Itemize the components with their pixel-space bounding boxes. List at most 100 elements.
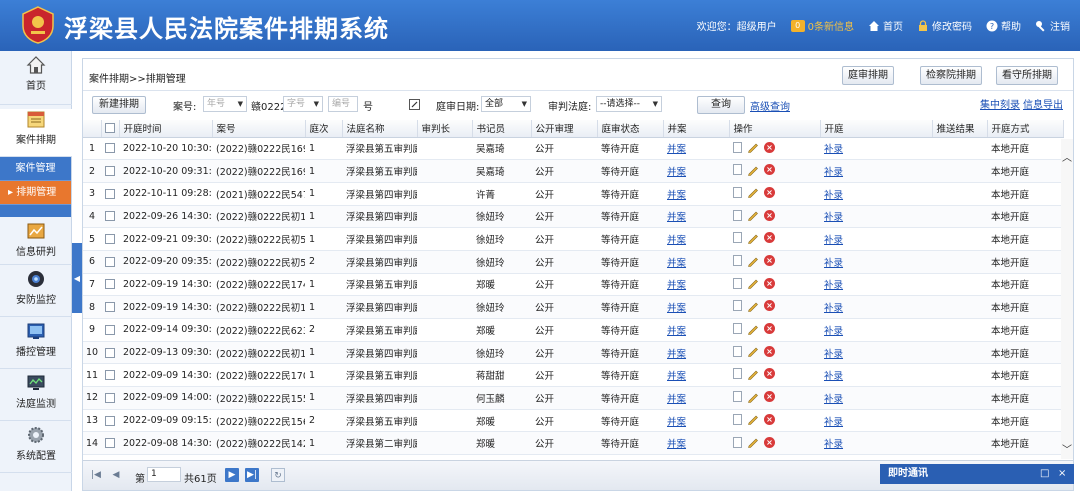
delete-icon[interactable]: × xyxy=(764,186,775,198)
word-select[interactable]: 字号 ▼ xyxy=(283,96,323,112)
merge-case-link[interactable]: 并案 xyxy=(667,144,686,155)
edit-pencil-icon[interactable] xyxy=(747,391,759,403)
edit-pencil-icon[interactable] xyxy=(747,277,759,290)
table-row[interactable]: 13 2022-09-09 09:15:44(2022)赣0222民1569号2浮… xyxy=(83,409,1063,433)
col-header[interactable]: 审判长 xyxy=(417,120,473,138)
table-row[interactable]: 14 2022-09-08 14:30:37(2022)赣0222民1423号1浮… xyxy=(83,431,1063,456)
supplement-record-link[interactable]: 补录 xyxy=(824,190,843,201)
sidebar-item-court-monitor[interactable]: 法庭监测 xyxy=(0,373,72,421)
home-link[interactable]: 首页 xyxy=(868,18,903,33)
change-password-link[interactable]: 修改密码 xyxy=(917,18,972,33)
supplement-record-link[interactable]: 补录 xyxy=(824,144,843,155)
view-document-icon[interactable] xyxy=(733,436,742,448)
new-schedule-button[interactable]: 新建排期 xyxy=(92,96,146,114)
edit-pencil-icon[interactable] xyxy=(747,323,759,335)
tab-procuratorate-schedule[interactable]: 检察院排期 xyxy=(920,66,982,85)
page-number-input[interactable]: 1 xyxy=(147,467,181,482)
edit-pencil-icon[interactable] xyxy=(747,255,759,267)
edit-pencil-icon[interactable] xyxy=(747,232,759,244)
last-page-icon[interactable]: ▶| xyxy=(245,468,259,482)
merge-case-link[interactable]: 并案 xyxy=(667,258,686,269)
table-row[interactable]: 11 2022-09-09 14:30:00(2022)赣0222民1703号1浮… xyxy=(83,363,1063,388)
chevron-down-icon[interactable]: ﹀ xyxy=(1061,441,1073,456)
table-scrollbar[interactable]: ︿ ﹀ xyxy=(1061,139,1073,459)
chevron-up-icon[interactable]: ︿ xyxy=(1061,149,1073,164)
supplement-record-link[interactable]: 补录 xyxy=(824,349,843,360)
merge-case-link[interactable]: 并案 xyxy=(667,371,686,382)
delete-icon[interactable]: × xyxy=(764,391,775,403)
col-header[interactable]: 庭次 xyxy=(305,120,343,138)
view-document-icon[interactable] xyxy=(733,164,742,176)
view-document-icon[interactable] xyxy=(733,300,742,312)
supplement-record-link[interactable]: 补录 xyxy=(824,394,843,405)
row-checkbox[interactable] xyxy=(105,438,115,449)
col-header[interactable]: 并案 xyxy=(663,120,730,138)
logout-link[interactable]: 注销 xyxy=(1035,18,1070,33)
merge-case-link[interactable]: 并案 xyxy=(667,303,686,314)
edit-pencil-icon[interactable] xyxy=(747,368,759,380)
col-header[interactable]: 开庭 xyxy=(820,120,933,138)
edit-pencil-icon[interactable] xyxy=(747,186,759,199)
sidebar-item-home[interactable]: 首页 xyxy=(0,55,72,105)
sidebar-sub-case-management[interactable]: 案件管理 xyxy=(0,157,71,181)
edit-icon[interactable] xyxy=(409,99,420,110)
table-row[interactable]: 12 2022-09-09 14:00:00(2022)赣0222民1551号1浮… xyxy=(83,386,1063,410)
col-header[interactable]: 推送结果 xyxy=(932,120,988,138)
advanced-search-link[interactable]: 高级查询 xyxy=(750,98,790,113)
table-row[interactable]: 9 2022-09-14 09:30:00(2022)赣0222民623号2浮梁县… xyxy=(83,318,1063,342)
sidebar-item-system-config[interactable]: 系统配置 xyxy=(0,425,72,473)
row-checkbox[interactable] xyxy=(105,370,115,381)
merge-case-link[interactable]: 并案 xyxy=(667,394,686,405)
supplement-record-link[interactable]: 补录 xyxy=(824,280,843,291)
supplement-record-link[interactable]: 补录 xyxy=(824,258,843,269)
edit-pencil-icon[interactable] xyxy=(747,436,759,448)
col-header[interactable]: 书记员 xyxy=(472,120,532,138)
view-document-icon[interactable] xyxy=(733,232,742,244)
edit-pencil-icon[interactable] xyxy=(747,209,759,221)
tab-detention-schedule[interactable]: 看守所排期 xyxy=(996,66,1058,85)
select-all-checkbox[interactable] xyxy=(101,120,120,138)
col-header[interactable]: 案号 xyxy=(212,120,306,138)
table-row[interactable]: 6 2022-09-20 09:35:35(2022)赣0222民初5938号2浮… xyxy=(83,250,1063,274)
date-select[interactable]: 全部 ▼ xyxy=(481,96,531,112)
sidebar-item-broadcast-control[interactable]: 播控管理 xyxy=(0,321,72,369)
supplement-record-link[interactable]: 补录 xyxy=(824,371,843,382)
delete-icon[interactable]: × xyxy=(764,277,775,289)
row-checkbox[interactable] xyxy=(105,211,115,222)
merge-case-link[interactable]: 并案 xyxy=(667,280,686,291)
col-header[interactable]: 庭审状态 xyxy=(597,120,664,138)
delete-icon[interactable]: × xyxy=(764,368,775,380)
table-row[interactable]: 8 2022-09-19 14:30:23(2022)赣0222民初1628号1浮… xyxy=(83,295,1063,319)
delete-icon[interactable]: × xyxy=(764,413,775,425)
edit-pencil-icon[interactable] xyxy=(747,300,759,312)
search-button[interactable]: 查询 xyxy=(697,96,745,114)
col-header[interactable]: 操作 xyxy=(729,120,821,138)
supplement-record-link[interactable]: 补录 xyxy=(824,235,843,246)
sidebar-item-security-monitor[interactable]: 安防监控 xyxy=(0,269,72,317)
supplement-record-link[interactable]: 补录 xyxy=(824,326,843,337)
table-row[interactable]: 7 2022-09-19 14:30:48(2022)赣0222民1748号1浮梁… xyxy=(83,273,1063,297)
instant-message-panel[interactable]: 即时通讯 □ × xyxy=(880,464,1074,484)
table-row[interactable]: 3 2022-10-11 09:28:44(2021)赣0222民547号1浮梁县… xyxy=(83,182,1063,206)
col-header[interactable]: 公开审理 xyxy=(531,120,598,138)
delete-icon[interactable]: × xyxy=(764,323,775,335)
merge-case-link[interactable]: 并案 xyxy=(667,439,686,450)
row-checkbox[interactable] xyxy=(105,324,115,335)
view-document-icon[interactable] xyxy=(733,323,742,335)
row-checkbox[interactable] xyxy=(105,234,115,245)
table-row[interactable]: 2 2022-10-20 09:31:23(2022)赣0222民1691号1浮梁… xyxy=(83,159,1063,183)
court-select[interactable]: --请选择-- ▼ xyxy=(596,96,662,112)
supplement-record-link[interactable]: 补录 xyxy=(824,167,843,178)
table-row[interactable]: 5 2022-09-21 09:30:12(2022)赣0222民初5824号1浮… xyxy=(83,227,1063,251)
delete-icon[interactable]: × xyxy=(764,300,775,312)
next-page-icon[interactable]: ▶ xyxy=(225,468,239,482)
sidebar-item-info-analysis[interactable]: 信息研判 xyxy=(0,221,72,265)
merge-case-link[interactable]: 并案 xyxy=(667,212,686,223)
supplement-record-link[interactable]: 补录 xyxy=(824,303,843,314)
delete-icon[interactable]: × xyxy=(764,209,775,221)
table-row[interactable]: 12022-10-20 10:30:22(2022)赣0222民1690号1浮梁… xyxy=(83,137,1063,161)
view-document-icon[interactable] xyxy=(733,209,742,221)
row-checkbox[interactable] xyxy=(105,302,115,313)
collect-record-link[interactable]: 集中刻录 xyxy=(980,96,1020,111)
row-checkbox[interactable] xyxy=(105,188,115,199)
